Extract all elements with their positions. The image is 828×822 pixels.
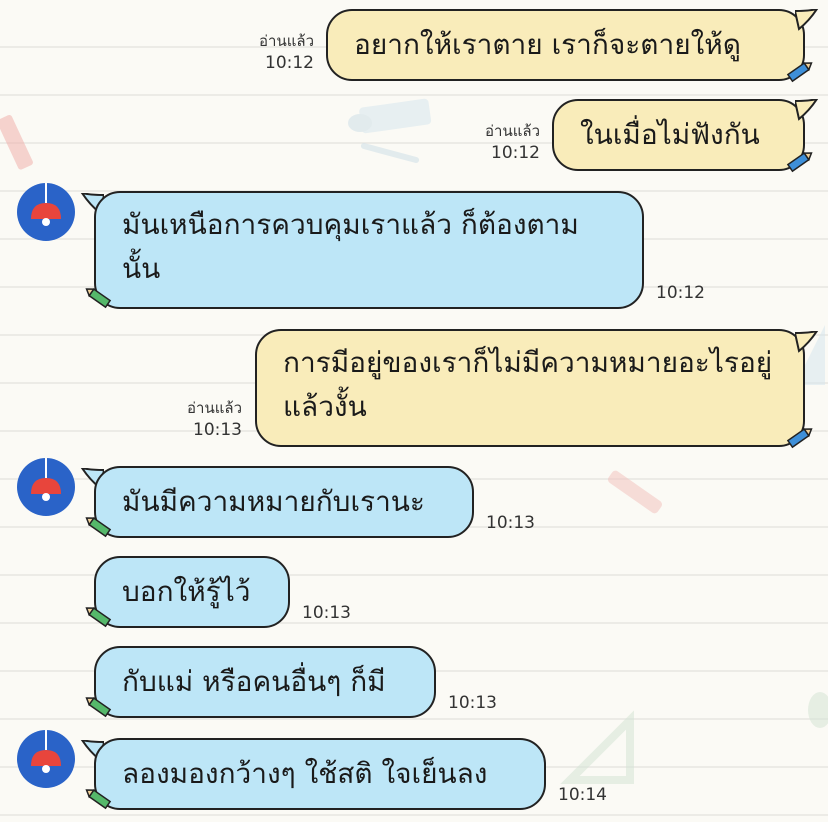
outgoing-message-bubble[interactable]: อยากให้เราตาย เราก็จะตายให้ดู [326, 9, 805, 81]
outgoing-message-bubble[interactable]: ในเมื่อไม่ฟังกัน [552, 99, 805, 171]
message-text: ลองมองกว้างๆ ใช้สติ ใจเย็นลง [122, 757, 488, 790]
message-time: 10:13 [448, 693, 497, 713]
message-text: อยากให้เราตาย เราก็จะตายให้ดู [354, 28, 741, 61]
message-text: การมีอยู่ของเราก็ไม่มีความหมายอะไรอยู่แล… [283, 346, 773, 423]
pencil-icon [85, 697, 112, 718]
message-time: 10:13 [302, 603, 351, 623]
message-status: อ่านแล้ว 10:12 [456, 120, 540, 164]
message-status: อ่านแล้ว 10:13 [158, 397, 242, 441]
outgoing-message-bubble[interactable]: การมีอยู่ของเราก็ไม่มีความหมายอะไรอยู่แล… [255, 329, 805, 447]
message-text: ในเมื่อไม่ฟังกัน [580, 118, 760, 151]
incoming-message-bubble[interactable]: ลองมองกว้างๆ ใช้สติ ใจเย็นลง [94, 738, 546, 810]
message-time: 10:13 [486, 513, 535, 533]
background-triangle-doodle [560, 710, 634, 784]
pencil-icon [786, 428, 813, 449]
pencil-icon [786, 62, 813, 83]
message-time: 10:12 [491, 143, 540, 163]
message-time: 10:13 [193, 420, 242, 440]
read-receipt: อ่านแล้ว [485, 122, 540, 140]
read-receipt: อ่านแล้ว [259, 32, 314, 50]
bubble-tail [795, 99, 819, 121]
incoming-message-bubble[interactable]: มันเหนือการควบคุมเราแล้ว ก็ต้องตามนั้น [94, 191, 644, 309]
pencil-icon [85, 607, 112, 628]
contact-avatar[interactable] [17, 458, 75, 516]
message-text: มันเหนือการควบคุมเราแล้ว ก็ต้องตามนั้น [122, 208, 579, 285]
message-text: มันมีความหมายกับเรานะ [122, 485, 425, 518]
bubble-tail [795, 9, 819, 31]
incoming-message-bubble[interactable]: มันมีความหมายกับเรานะ [94, 466, 474, 538]
background-pencil-doodle [0, 114, 33, 170]
pencil-icon [786, 152, 813, 173]
message-time: 10:14 [558, 785, 607, 805]
message-time: 10:12 [656, 283, 705, 303]
incoming-message-bubble[interactable]: บอกให้รู้ไว้ [94, 556, 290, 628]
message-text: บอกให้รู้ไว้ [122, 575, 251, 608]
background-paint-tube-doodle [348, 98, 432, 163]
message-text: กับแม่ หรือคนอื่นๆ ก็มี [122, 665, 386, 698]
contact-avatar[interactable] [17, 730, 75, 788]
message-time: 10:12 [265, 53, 314, 73]
lamp-icon [31, 458, 61, 501]
pencil-icon [85, 517, 112, 538]
lamp-icon [31, 730, 61, 773]
pencil-icon [85, 288, 112, 309]
message-status: อ่านแล้ว 10:12 [230, 30, 314, 74]
contact-avatar[interactable] [17, 183, 75, 241]
lamp-icon [31, 183, 61, 226]
read-receipt: อ่านแล้ว [187, 399, 242, 417]
background-leaf-doodle [808, 692, 828, 728]
bubble-tail [795, 331, 819, 353]
background-brush-doodle [607, 470, 663, 514]
pencil-icon [85, 789, 112, 810]
incoming-message-bubble[interactable]: กับแม่ หรือคนอื่นๆ ก็มี [94, 646, 436, 718]
